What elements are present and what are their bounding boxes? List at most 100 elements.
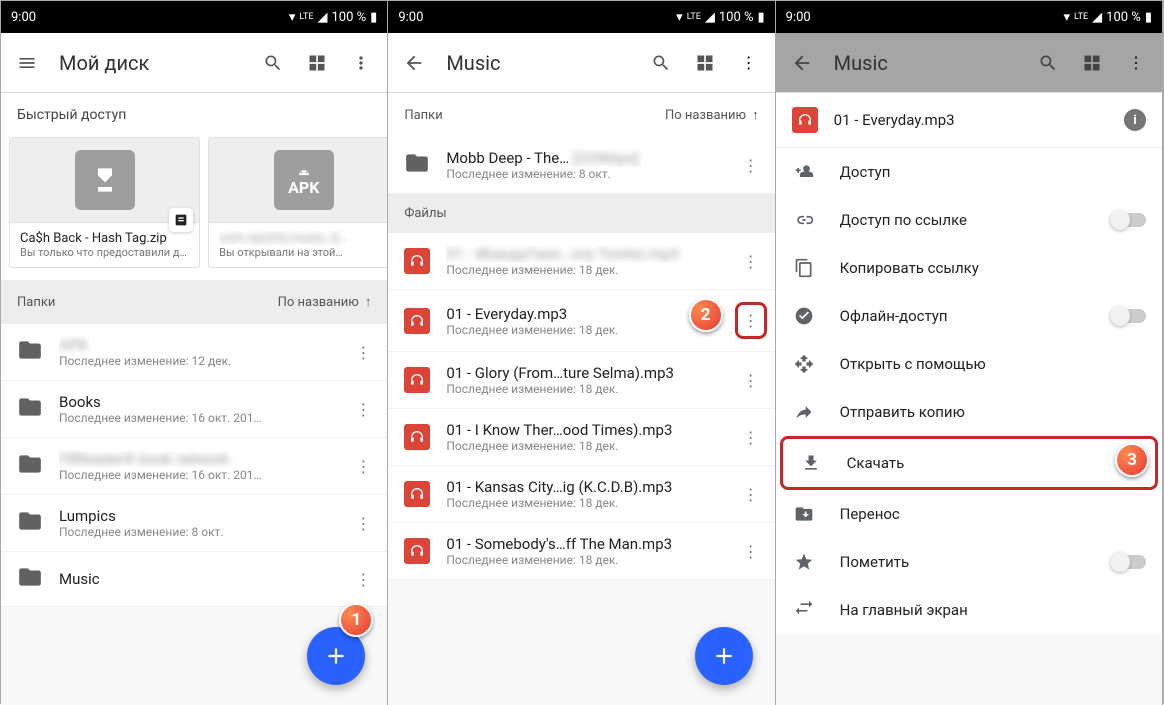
lte-label: LTE xyxy=(687,12,701,22)
folder-title: APK xyxy=(59,336,331,354)
file-item[interactable]: 01 - Somebody's…ff The Man.mp3 Последнее… xyxy=(388,523,774,580)
menu-label: Копировать ссылку xyxy=(840,259,979,277)
folder-item[interactable]: Lumpics Последнее изменение: 8 окт. ⋮ xyxy=(1,495,387,552)
more-icon[interactable]: ⋮ xyxy=(735,542,767,561)
toggle-switch[interactable] xyxy=(1112,555,1146,569)
more-icon[interactable]: ⋮ xyxy=(347,400,379,419)
file-item[interactable]: 01 - Kansas City…ig (K.C.D.B).mp3 Послед… xyxy=(388,466,774,523)
battery-icon: ▮ xyxy=(758,10,765,25)
status-right: ▾ LTE ◢ 100 % ▮ xyxy=(676,10,764,25)
quick-card-2[interactable]: APK com.spotify.music_8… Вы открывали на… xyxy=(208,137,388,268)
statusbar: 9:00 ▾ LTE ◢ 100 % ▮ xyxy=(388,1,774,33)
folder-title: Music xyxy=(59,570,331,588)
menu-star[interactable]: Пометить xyxy=(776,538,1162,586)
link-icon xyxy=(792,210,816,230)
menu-share-link[interactable]: Доступ по ссылке xyxy=(776,196,1162,244)
file-title: 01 - I Know Ther…ood Times).mp3 xyxy=(446,421,718,439)
open-with-icon xyxy=(792,354,816,374)
menu-send-copy[interactable]: Отправить копию xyxy=(776,388,1162,436)
menu-label: Отправить копию xyxy=(840,403,965,421)
view-grid-icon[interactable] xyxy=(1080,51,1104,75)
more-icon[interactable]: ⋮ xyxy=(1124,51,1148,75)
view-grid-icon[interactable] xyxy=(305,51,329,75)
menu-copy-link[interactable]: Копировать ссылку xyxy=(776,244,1162,292)
menu-open-with[interactable]: Открыть с помощью xyxy=(776,340,1162,388)
status-right: ▾ LTE ◢ 100 % ▮ xyxy=(289,10,377,25)
folder-item[interactable]: APK Последнее изменение: 12 дек. ⋮ xyxy=(1,324,387,381)
menu-share[interactable]: Доступ xyxy=(776,148,1162,196)
screen-3: 9:00 ▾ LTE ◢ 100 % ▮ Music ⋮ 01 - Everyd… xyxy=(776,1,1163,705)
more-icon[interactable]: ⋮ xyxy=(735,156,767,175)
toggle-switch[interactable] xyxy=(1112,213,1146,227)
folder-title: FBReader® book network xyxy=(59,450,331,468)
folder-sub: Последнее изменение: 8 окт. xyxy=(59,525,331,539)
more-icon[interactable]: ⋮ xyxy=(737,51,761,75)
sort-button[interactable]: По названию ↑ xyxy=(665,107,759,123)
menu-offline[interactable]: Офлайн-доступ xyxy=(776,292,1162,340)
search-icon[interactable] xyxy=(649,51,673,75)
file-item[interactable]: 01 - #БандаТаял…ony Tonite).mp3 Последне… xyxy=(388,233,774,290)
toggle-switch[interactable] xyxy=(1112,309,1146,323)
folder-item[interactable]: Books Последнее изменение: 16 окт. 201… … xyxy=(1,381,387,438)
page-title: Music xyxy=(834,51,1016,75)
sort-button[interactable]: По названию ↑ xyxy=(278,294,372,310)
more-icon-highlighted[interactable]: ⋮ xyxy=(735,302,767,339)
arrow-up-icon: ↑ xyxy=(752,107,759,123)
audio-icon xyxy=(404,248,430,274)
person-add-icon xyxy=(792,162,816,182)
files-header: Файлы xyxy=(388,194,774,233)
view-grid-icon[interactable] xyxy=(693,51,717,75)
menu-download-highlighted[interactable]: Скачать 3 xyxy=(780,436,1158,490)
more-icon[interactable]: ⋮ xyxy=(347,343,379,362)
more-icon[interactable]: ⋮ xyxy=(347,570,379,589)
file-item[interactable]: 01 - Glory (From…ture Selma).mp3 Последн… xyxy=(388,352,774,409)
more-icon[interactable]: ⋮ xyxy=(735,428,767,447)
battery-label: 100 % xyxy=(1106,10,1141,25)
sheet-file-name: 01 - Everyday.mp3 xyxy=(834,111,1108,129)
more-icon[interactable]: ⋮ xyxy=(735,371,767,390)
step-marker-1: 1 xyxy=(339,603,373,637)
back-icon[interactable] xyxy=(402,51,426,75)
menu-label: Доступ по ссылке xyxy=(840,211,967,229)
screen-2: 9:00 ▾ LTE ◢ 100 % ▮ Music ⋮ Папки По на… xyxy=(388,1,775,705)
search-icon[interactable] xyxy=(1036,51,1060,75)
file-item[interactable]: 01 - I Know Ther…ood Times).mp3 Последне… xyxy=(388,409,774,466)
folders-label: Папки xyxy=(17,295,55,310)
step-marker-2: 2 xyxy=(689,298,723,332)
info-icon[interactable]: i xyxy=(1124,109,1146,131)
folder-item[interactable]: Music ⋮ xyxy=(1,552,387,607)
folders-label: Папки xyxy=(404,108,442,123)
menu-label: Офлайн-доступ xyxy=(840,307,948,325)
quick-card-1[interactable]: Ca$h Back - Hash Tag.zip Вы только что п… xyxy=(9,137,200,268)
file-sub: Последнее изменение: 18 дек. xyxy=(446,439,718,453)
file-item-everyday[interactable]: 01 - Everyday.mp3 Последнее изменение: 1… xyxy=(388,290,774,352)
back-icon[interactable] xyxy=(790,51,814,75)
folder-title: Books xyxy=(59,393,331,411)
quick-title-2: com.spotify.music_8… xyxy=(219,231,388,246)
file-sub: Последнее изменение: 18 дек. xyxy=(446,323,718,337)
folder-item[interactable]: FBReader® book network Последнее изменен… xyxy=(1,438,387,495)
more-icon[interactable]: ⋮ xyxy=(347,514,379,533)
more-icon[interactable]: ⋮ xyxy=(347,457,379,476)
audio-icon xyxy=(404,424,430,450)
wifi-icon: ▾ xyxy=(289,10,296,25)
copy-icon xyxy=(792,258,816,278)
folder-sub: Последнее изменение: 12 дек. xyxy=(59,354,331,368)
zip-icon xyxy=(75,150,135,210)
menu-add-home[interactable]: На главный экран xyxy=(776,586,1162,634)
fab-add-button[interactable] xyxy=(695,627,753,685)
statusbar: 9:00 ▾ LTE ◢ 100 % ▮ xyxy=(776,1,1162,33)
search-icon[interactable] xyxy=(261,51,285,75)
apk-label: APK xyxy=(288,178,319,197)
archive-overlay-icon xyxy=(169,208,193,232)
more-icon[interactable]: ⋮ xyxy=(735,485,767,504)
sort-label: По названию xyxy=(665,108,746,123)
file-title: 01 - Somebody's…ff The Man.mp3 xyxy=(446,535,718,553)
more-icon[interactable] xyxy=(349,51,373,75)
hamburger-icon[interactable] xyxy=(15,51,39,75)
wifi-icon: ▾ xyxy=(676,10,683,25)
menu-move[interactable]: Перенос xyxy=(776,490,1162,538)
folder-item[interactable]: Mobb Deep - The… [320kbps] Последнее изм… xyxy=(388,137,774,194)
audio-icon xyxy=(792,107,818,133)
more-icon[interactable]: ⋮ xyxy=(735,252,767,271)
